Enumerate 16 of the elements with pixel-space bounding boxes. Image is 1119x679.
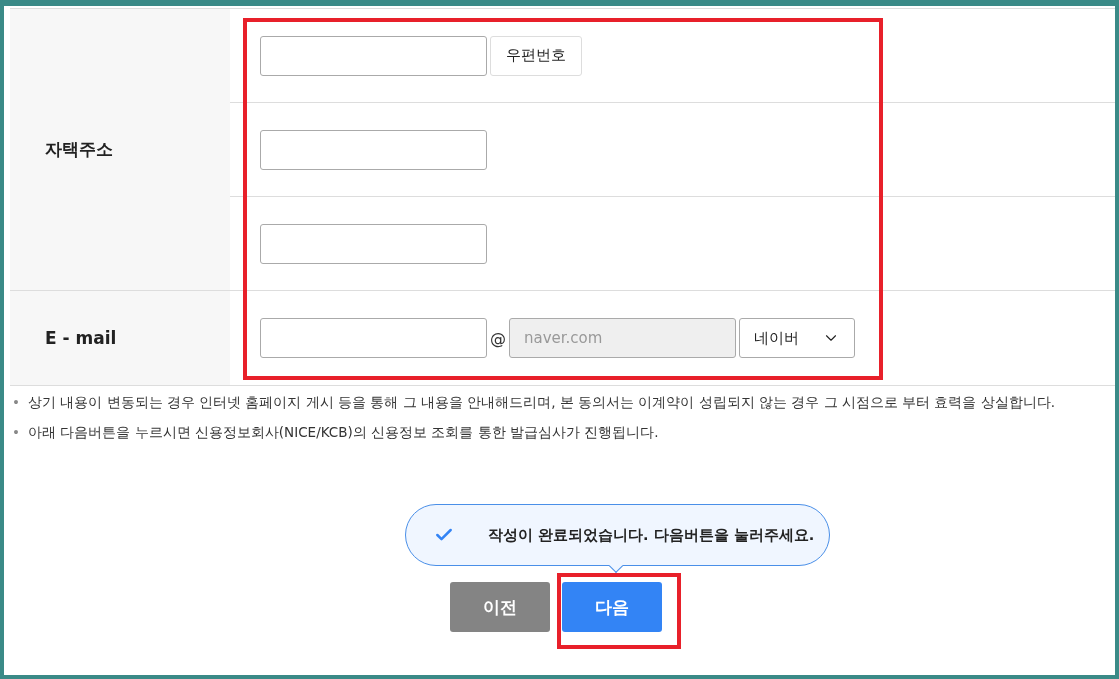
field-label: E - mail [10, 291, 230, 385]
address-input[interactable] [260, 223, 487, 264]
address-input[interactable] [260, 129, 487, 170]
next-button[interactable]: 다음 [561, 582, 662, 632]
bullet: • [12, 394, 20, 412]
bullet: • [12, 424, 20, 442]
postcode-button[interactable]: 우편번호 [490, 35, 582, 76]
at-sign: @ [490, 328, 506, 348]
domain-select[interactable]: 네이버 [739, 318, 855, 358]
previous-button[interactable]: 이전 [449, 582, 550, 632]
notice-text: 아래 다음버튼을 누르시면 신용정보회사(NICE/KCB)의 신용정보 조회를 통한 발급심사가 진행됩니다. [27, 424, 659, 442]
email-input[interactable] [260, 318, 487, 358]
notice-text: 상기 내용이 변동되는 경우 인터넷 홈페이지 게시 등을 통해 그 내용을 안내해드리며, 본 동의서는 이계약이 성립되지 않는 경우 그 시점으로 부터 효력을 상실합니다. [27, 394, 1055, 412]
address-input[interactable] [260, 35, 487, 76]
tooltip-text: 작성이 완료되었습니다. 다음버튼을 눌러주세요. [488, 525, 815, 545]
field-label: 자택주소 [10, 9, 230, 291]
